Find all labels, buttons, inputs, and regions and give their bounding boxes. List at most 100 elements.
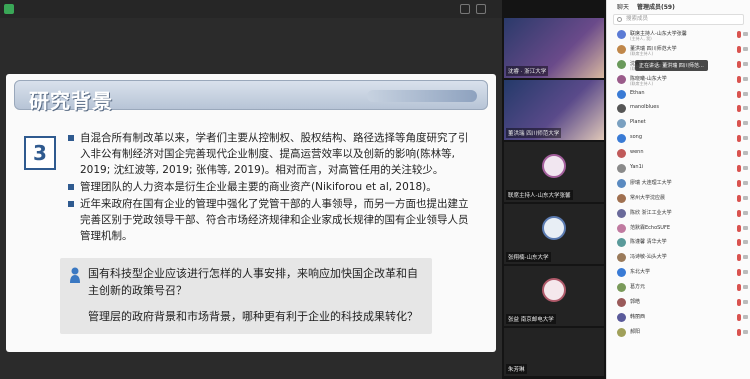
member-role: (主持人, 我) (630, 36, 652, 41)
avatar (617, 30, 626, 39)
muted-mic-icon[interactable] (737, 194, 741, 202)
camera-off-icon[interactable] (743, 300, 748, 305)
member-row[interactable]: 董洪瑞 四川师范大学 (联席主持人) (607, 43, 750, 58)
member-row[interactable]: 郭皓 (607, 296, 750, 311)
video-tile[interactable]: 董洪瑞 四川师范大学 (504, 80, 604, 140)
member-name: 陈欣 浙江工业大学 (630, 209, 672, 216)
avatar (617, 134, 626, 144)
member-row[interactable]: 陈谨馨 清华大学 (607, 236, 750, 251)
member-row[interactable]: 廖瑞 大连理工大学 (607, 177, 750, 192)
muted-mic-icon[interactable] (737, 313, 741, 321)
member-row[interactable]: 韩丽西 (607, 311, 750, 326)
muted-mic-icon[interactable] (737, 105, 741, 113)
search-icon (617, 17, 622, 22)
muted-mic-icon[interactable] (737, 135, 741, 143)
avatar (617, 74, 626, 84)
member-row[interactable]: 陈晓曦-山东大学 (联席主持人) (607, 73, 750, 88)
muted-mic-icon[interactable] (737, 75, 741, 83)
participant-name: 朱芳琳 (506, 364, 527, 374)
muted-mic-icon[interactable] (737, 90, 741, 98)
camera-off-icon[interactable] (743, 314, 748, 319)
muted-mic-icon[interactable] (737, 299, 741, 307)
camera-off-icon[interactable] (743, 121, 748, 126)
avatar (617, 327, 626, 337)
muted-mic-icon[interactable] (737, 254, 741, 262)
camera-off-icon[interactable] (743, 32, 748, 36)
camera-off-icon[interactable] (743, 240, 748, 245)
avatar (617, 223, 626, 233)
view-icon[interactable] (476, 4, 486, 14)
search-placeholder: 搜索成员 (626, 16, 649, 22)
member-row[interactable]: 陈欣 浙江工业大学 (607, 207, 750, 222)
member-row[interactable]: 常州大学沈应晨 (607, 192, 750, 207)
member-row[interactable]: 冯诗敏-汕头大学 (607, 251, 750, 266)
video-tile[interactable]: 朱芳琳 (504, 328, 604, 376)
tab-members[interactable]: 管理成员(59) (637, 2, 675, 11)
muted-mic-icon[interactable] (737, 150, 741, 158)
camera-off-icon[interactable] (743, 91, 748, 96)
member-name: 郭皓 (630, 299, 641, 306)
university-logo-icon (542, 216, 566, 240)
member-row[interactable]: manolblues (607, 102, 750, 117)
camera-off-icon[interactable] (743, 106, 748, 111)
security-icon[interactable] (4, 4, 14, 14)
tab-chat[interactable]: 聊天 (617, 2, 629, 11)
camera-off-icon[interactable] (743, 46, 748, 51)
header-decoration (367, 90, 477, 102)
muted-mic-icon[interactable] (737, 269, 741, 277)
member-row[interactable]: 范默霖EchoSUFE (607, 222, 750, 237)
member-row[interactable]: Ethan (607, 88, 750, 103)
panel-tabs: 聊天 管理成员(59) (607, 0, 750, 12)
member-row[interactable]: 东北大学 (607, 266, 750, 281)
fullscreen-icon[interactable] (460, 4, 470, 14)
muted-mic-icon[interactable] (737, 239, 741, 247)
avatar (617, 193, 626, 203)
member-row[interactable]: 郝阳 (607, 326, 750, 341)
camera-off-icon[interactable] (743, 136, 748, 141)
video-tile[interactable]: 沈睿 · 浙江大学 (504, 18, 604, 78)
member-name: 冯诗敏-汕头大学 (630, 254, 667, 261)
camera-off-icon[interactable] (743, 270, 748, 275)
video-tile[interactable]: 张益 南京邮电大学 (504, 266, 604, 326)
muted-mic-icon[interactable] (737, 328, 741, 336)
muted-mic-icon[interactable] (737, 179, 741, 187)
muted-mic-icon[interactable] (737, 284, 741, 292)
shared-screen: 研究背景 3 自混合所有制改革以来，学者们主要从控制权、股权结构、路径选择等角度… (0, 18, 502, 379)
camera-off-icon[interactable] (743, 225, 748, 230)
camera-off-icon[interactable] (743, 151, 748, 156)
muted-mic-icon[interactable] (737, 224, 741, 232)
member-row[interactable]: song (607, 132, 750, 147)
camera-off-icon[interactable] (743, 180, 748, 185)
member-name: wenn (630, 149, 644, 156)
muted-mic-icon[interactable] (737, 31, 741, 38)
member-row[interactable]: 联席主持人-山东大学张馨 (主持人, 我) (607, 28, 750, 43)
muted-mic-icon[interactable] (737, 60, 741, 68)
camera-off-icon[interactable] (743, 285, 748, 290)
avatar (617, 89, 626, 99)
avatar (617, 104, 626, 114)
video-tile[interactable]: 联席主持人-山东大学张馨 (504, 142, 604, 202)
camera-off-icon[interactable] (743, 61, 748, 66)
camera-off-icon[interactable] (743, 210, 748, 215)
research-question-1: 国有科技型企业应该进行怎样的人事安排，来响应加快国企改革和自主创新的政策号召？ (88, 267, 418, 297)
muted-mic-icon[interactable] (737, 165, 741, 173)
avatar (617, 119, 626, 129)
avatar (617, 178, 626, 188)
avatar (617, 44, 626, 54)
member-row[interactable]: Yan1i (607, 162, 750, 177)
avatar (617, 208, 626, 218)
member-row[interactable]: 葛方元 (607, 281, 750, 296)
muted-mic-icon[interactable] (737, 209, 741, 217)
member-search-input[interactable]: 搜索成员 (613, 14, 744, 25)
camera-off-icon[interactable] (743, 255, 748, 260)
bullet-item: 近年来政府在国有企业的管理中强化了党管干部的人事领导，而另一方面也提出建立完善区… (68, 196, 478, 244)
muted-mic-icon[interactable] (737, 45, 741, 53)
camera-off-icon[interactable] (743, 76, 748, 81)
member-row[interactable]: wenn (607, 147, 750, 162)
video-tile[interactable]: 张翔楠-山东大学 (504, 204, 604, 264)
member-row[interactable]: Planet (607, 117, 750, 132)
camera-off-icon[interactable] (743, 195, 748, 200)
camera-off-icon[interactable] (743, 166, 748, 171)
muted-mic-icon[interactable] (737, 120, 741, 128)
camera-off-icon[interactable] (743, 329, 748, 334)
